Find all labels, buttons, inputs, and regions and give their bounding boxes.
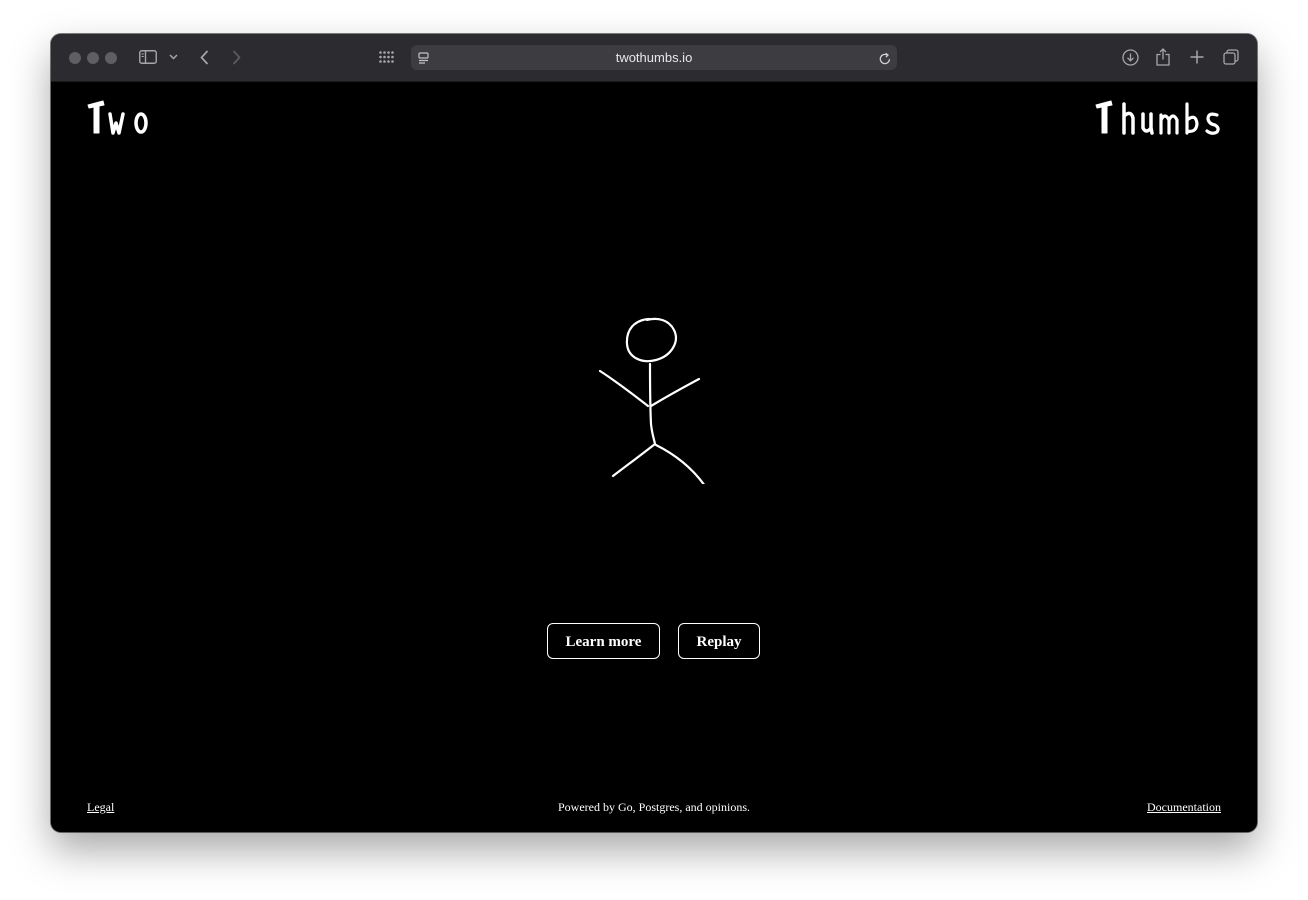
stick-figure-left-leg bbox=[611, 442, 657, 478]
stick-figure-left-arm bbox=[598, 369, 650, 408]
browser-window: twothumbs.io Learn more Replay Legal Pow… bbox=[51, 34, 1257, 832]
grid-icon[interactable] bbox=[378, 46, 396, 68]
close-window-button[interactable] bbox=[69, 52, 81, 64]
address-bar-url: twothumbs.io bbox=[615, 50, 693, 65]
chevron-down-icon[interactable] bbox=[167, 46, 179, 68]
stick-figure-illustration bbox=[596, 314, 711, 489]
reload-icon[interactable] bbox=[878, 47, 892, 69]
sidebar-icon[interactable] bbox=[138, 46, 158, 68]
stick-figure-right-arm bbox=[649, 377, 701, 408]
plus-icon[interactable] bbox=[1188, 46, 1206, 68]
stick-figure-head bbox=[625, 317, 677, 363]
zoom-window-button[interactable] bbox=[105, 52, 117, 64]
stick-figure-right-leg bbox=[654, 443, 707, 488]
tab-overview-icon[interactable] bbox=[1222, 46, 1240, 68]
page-content: Learn more Replay Legal Powered by Go, P… bbox=[51, 82, 1257, 832]
share-icon[interactable] bbox=[1154, 46, 1172, 68]
learn-more-button[interactable]: Learn more bbox=[547, 623, 660, 659]
forward-arrow-icon[interactable] bbox=[228, 46, 244, 68]
logo-left bbox=[86, 98, 152, 143]
address-bar[interactable]: twothumbs.io bbox=[411, 45, 897, 70]
minimize-window-button[interactable] bbox=[87, 52, 99, 64]
download-icon[interactable] bbox=[1120, 46, 1140, 68]
browser-toolbar: twothumbs.io bbox=[51, 34, 1257, 82]
replay-button[interactable]: Replay bbox=[678, 623, 760, 659]
logo-right bbox=[1093, 98, 1223, 143]
documentation-link[interactable]: Documentation bbox=[1147, 800, 1221, 815]
back-arrow-icon[interactable] bbox=[196, 46, 212, 68]
footer-tagline: Powered by Go, Postgres, and opinions. bbox=[558, 800, 750, 814]
